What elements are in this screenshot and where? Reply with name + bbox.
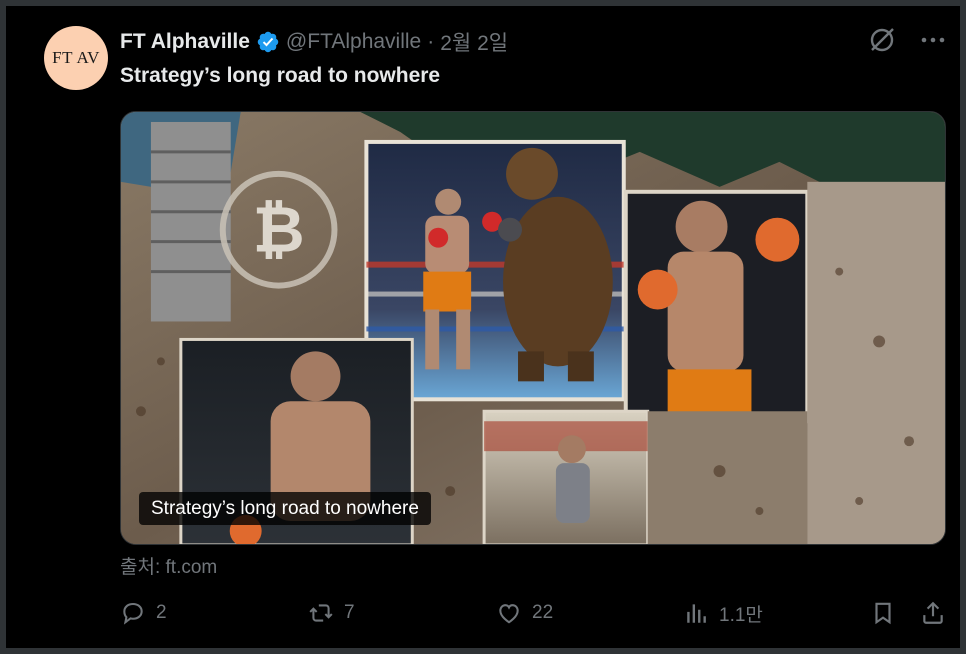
reply-button[interactable]: 2	[120, 596, 167, 630]
heart-icon	[499, 604, 519, 624]
grok-icon[interactable]	[868, 26, 896, 54]
tweet-actions: 2 7 22 1.1만	[120, 596, 946, 630]
card-caption: Strategy’s long road to nowhere	[139, 492, 431, 525]
avatar[interactable]: FT AV	[44, 26, 108, 90]
like-count: 22	[532, 602, 554, 623]
like-button[interactable]: 22	[496, 596, 553, 630]
share-button[interactable]	[920, 596, 946, 630]
bookmark-icon	[875, 602, 891, 625]
tweet-top-actions	[868, 26, 946, 54]
retweet-count: 7	[344, 602, 355, 623]
card-source[interactable]: 출처: ft.com	[120, 552, 217, 579]
user-handle[interactable]: @FTAlphaville	[286, 30, 421, 54]
reply-count: 2	[156, 602, 167, 623]
more-icon[interactable]	[920, 26, 946, 54]
avatar-text: FT AV	[52, 48, 100, 67]
svg-text:₿: ₿	[253, 194, 305, 268]
tweet-header: FT Alphaville @FTAlphaville · 2월 2일	[120, 28, 508, 56]
verified-badge-icon	[257, 31, 279, 53]
tweet-text: Strategy’s long road to nowhere	[120, 64, 441, 87]
bookmark-button[interactable]	[870, 596, 896, 630]
views-count: 1.1만	[719, 604, 763, 626]
tweet-date[interactable]: 2월 2일	[440, 27, 508, 57]
article-collage-image: ₿	[121, 112, 945, 544]
separator-dot: ·	[427, 30, 435, 53]
link-card-image[interactable]: ₿ Strategy’s long road to nowhere	[120, 111, 946, 545]
reply-icon	[123, 602, 143, 625]
share-icon	[923, 601, 943, 624]
views-chart-icon	[687, 604, 706, 623]
tweet-container: FT AV FT Alphaville @FTAlphaville · 2월 2…	[6, 6, 960, 648]
retweet-button[interactable]: 7	[308, 596, 355, 630]
views-button[interactable]: 1.1만	[683, 596, 763, 630]
retweet-icon	[309, 604, 333, 622]
display-name[interactable]: FT Alphaville	[120, 30, 250, 54]
